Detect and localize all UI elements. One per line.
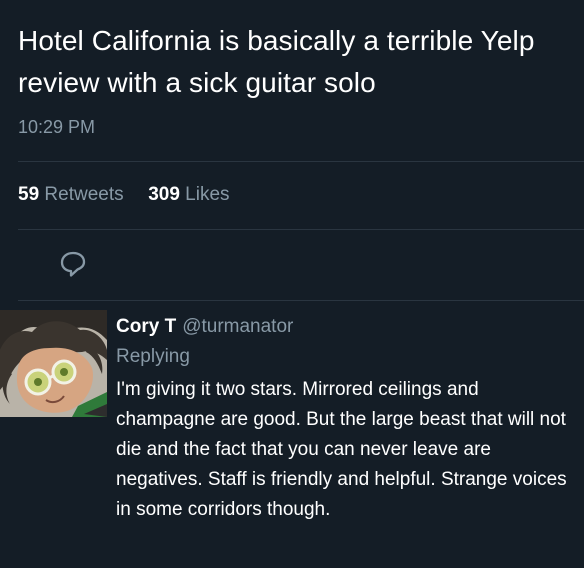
tweet-text: Hotel California is basically a terrible… (18, 25, 535, 98)
reply-context: Replying (116, 346, 190, 367)
reply-icon[interactable] (58, 250, 88, 278)
reply-text: I'm giving it two stars. Mirrored ceilin… (116, 379, 567, 520)
likes-label: Likes (185, 184, 230, 205)
reply-author-handle[interactable]: @turmanator (182, 316, 293, 337)
divider (18, 161, 584, 162)
retweets-stat[interactable]: 59 Retweets (18, 184, 129, 205)
likes-stat[interactable]: 309 Likes (148, 184, 229, 205)
divider (18, 229, 584, 230)
tweet-timestamp[interactable]: 10:29 PM (18, 117, 95, 138)
reply-header: Cory T @turmanator (116, 316, 293, 338)
retweets-label: Retweets (44, 184, 124, 205)
avatar[interactable] (0, 310, 107, 417)
reply-author-name[interactable]: Cory T (116, 316, 176, 337)
divider (18, 300, 584, 301)
likes-count: 309 (148, 184, 180, 205)
retweets-count: 59 (18, 184, 40, 205)
tweet-stats: 59 Retweets 309 Likes (18, 184, 230, 206)
